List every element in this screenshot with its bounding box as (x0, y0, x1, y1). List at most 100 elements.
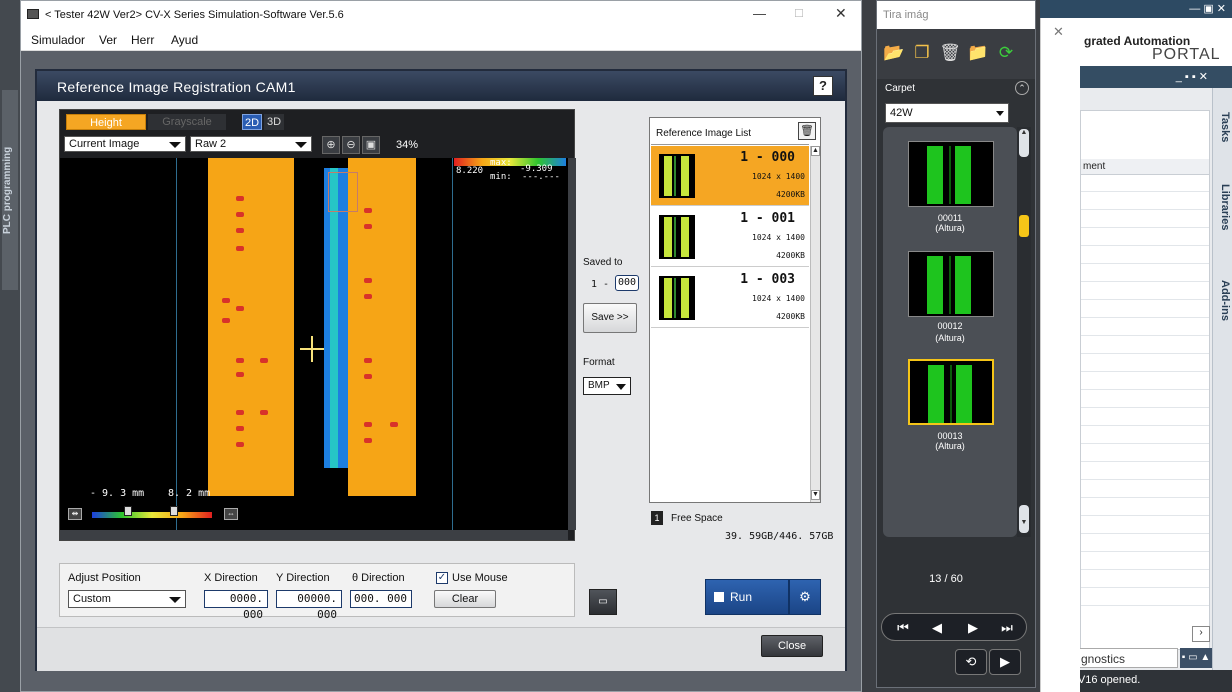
raw-select[interactable]: Raw 2 (190, 136, 312, 152)
play-icon (714, 592, 724, 602)
clear-button[interactable]: Clear (434, 590, 496, 608)
scale-low-handle[interactable] (124, 506, 132, 516)
tab-2d[interactable]: 2D (242, 114, 262, 130)
first-image-icon[interactable]: ⏮ (888, 618, 918, 638)
adjust-mode-select[interactable]: Custom (68, 590, 186, 608)
strip-item-sub: (Altura) (935, 441, 965, 451)
tab-3d[interactable]: 3D (264, 114, 284, 130)
save-button[interactable]: Save >> (583, 303, 637, 333)
open-folder-icon[interactable]: 📂 (883, 43, 905, 63)
tab-height[interactable]: Height (66, 114, 146, 130)
tia-diagnostics-tab[interactable]: gnostics (1076, 648, 1178, 668)
tab-libraries[interactable]: Libraries (1215, 168, 1231, 258)
main-window-title: < Tester 42W Ver2> CV-X Series Simulatio… (45, 9, 344, 21)
image-source-select[interactable]: Current Image (64, 136, 186, 152)
menu-herr[interactable]: Herr (131, 33, 154, 47)
free-space-value: 39. 59GB/446. 57GB (725, 531, 834, 542)
reference-list-scrollbar[interactable]: ▲ ▼ (810, 146, 820, 502)
y-direction-input[interactable]: 00000. 000 (276, 590, 342, 621)
play-repeat-icon[interactable]: ▶ (989, 649, 1021, 675)
chevron-down-icon (169, 597, 181, 603)
colorbar-max-label: max: (490, 158, 512, 168)
next-image-icon[interactable]: ▶ (958, 618, 988, 638)
roi-box[interactable] (328, 172, 358, 212)
tia-table: ment (1080, 110, 1210, 650)
menu-ayud[interactable]: Ayud (171, 33, 198, 47)
reference-item[interactable]: 1 - 003 1024 x 1400 4200KB (651, 268, 809, 328)
strip-thumbnail[interactable] (908, 141, 994, 207)
scroll-down-icon[interactable]: ▼ (1019, 505, 1029, 533)
free-space-badge: 1 (651, 511, 663, 525)
x-direction-label: X Direction (204, 572, 258, 584)
image-strip-title: Tira imág (877, 1, 1035, 29)
close-button[interactable]: Close (761, 635, 823, 657)
run-settings-icon[interactable]: ⚙ (789, 579, 821, 615)
reference-item-id: 1 - 000 (740, 150, 795, 165)
previous-image-icon[interactable]: ◀ (922, 618, 952, 638)
tia-window-controls[interactable]: — ▣ ✕ (1189, 2, 1226, 15)
trash-icon[interactable]: 🗑 (939, 43, 961, 63)
saved-to-input[interactable]: 000 (615, 275, 639, 291)
strip-scrollbar[interactable]: ▲ ▼ (1017, 127, 1031, 537)
chevron-down-icon (169, 142, 181, 148)
hole-mark (364, 374, 372, 379)
tab-tasks[interactable]: Tasks (1215, 96, 1231, 166)
reference-item[interactable]: 1 - 001 1024 x 1400 4200KB (651, 207, 809, 267)
refresh-icon[interactable]: ⟳ (995, 43, 1017, 63)
height-image-view[interactable]: 8.220 max: min: -9.309 ---.--- - 9. 3 mm… (60, 158, 568, 530)
folder-icon[interactable]: 📁 (967, 43, 989, 63)
menu-simulador[interactable]: Simulador (31, 33, 85, 47)
reference-image-list: Reference Image List 🗑 1 - 000 1024 x 14… (649, 117, 821, 503)
image-vertical-scrollbar[interactable] (568, 158, 576, 530)
reference-item-kb: 4200KB (776, 251, 805, 260)
strip-thumbnail[interactable] (908, 251, 994, 317)
strip-scroll-thumb[interactable] (1019, 215, 1029, 237)
hole-mark (364, 422, 372, 427)
strip-thumbnail-selected[interactable] (908, 359, 994, 425)
scale-expand-icon[interactable]: ⇔ (224, 508, 238, 520)
colorbar-max-value: 8.220 (456, 166, 484, 176)
last-image-icon[interactable]: ⏭ (992, 618, 1022, 638)
tab-add-ins[interactable]: Add-ins (1215, 264, 1231, 344)
trash-icon[interactable]: 🗑 (798, 122, 816, 140)
run-button[interactable]: Run (705, 579, 789, 615)
theta-direction-input[interactable]: 000. 000 (350, 590, 412, 608)
copy-icon[interactable]: ❐ (911, 43, 933, 63)
x-direction-input[interactable]: 0000. 000 (204, 590, 268, 621)
zoom-out-icon[interactable]: ⊖ (342, 136, 360, 154)
reference-item-kb: 4200KB (776, 190, 805, 199)
reference-thumbnail (659, 215, 695, 259)
scale-shrink-icon[interactable]: ⇹ (68, 508, 82, 520)
tab-grayscale[interactable]: Grayscale (148, 114, 226, 130)
use-mouse-checkbox[interactable]: ✓ (436, 572, 448, 584)
adjust-mode-value: Custom (73, 593, 111, 605)
minimize-icon[interactable]: — (753, 6, 766, 21)
scale-gradient-bar (92, 512, 212, 518)
close-icon[interactable]: ✕ (835, 5, 847, 22)
zoom-in-icon[interactable]: ⊕ (322, 136, 340, 154)
background-popup: ✕ (1040, 18, 1080, 692)
collapse-icon[interactable]: ⌃ (1015, 81, 1029, 95)
hole-mark (260, 358, 268, 363)
keyboard-icon[interactable]: ▭ (589, 589, 617, 615)
tia-scroll-right[interactable]: › (1192, 626, 1210, 642)
tia-editor-controls[interactable]: _ ▪ ▪ ✕ (1176, 70, 1208, 83)
plc-programming-tab[interactable]: PLC programming (2, 90, 18, 290)
help-button[interactable]: ? (813, 76, 833, 96)
repeat-icon[interactable]: ⟲ (955, 649, 987, 675)
image-strip-group-label: Carpet (885, 83, 916, 94)
folder-select[interactable]: 42W (885, 103, 1009, 123)
scale-high-handle[interactable] (170, 506, 178, 516)
strip-item-sub: (Altura) (935, 333, 965, 343)
menu-ver[interactable]: Ver (99, 33, 117, 47)
image-horizontal-scrollbar[interactable] (60, 530, 568, 540)
popup-close-icon[interactable]: ✕ (1053, 24, 1064, 40)
maximize-icon[interactable]: □ (795, 5, 803, 20)
format-select[interactable]: BMP (583, 377, 631, 395)
hole-mark (236, 306, 244, 311)
reference-item[interactable]: 1 - 000 1024 x 1400 4200KB (651, 146, 809, 206)
fit-screen-icon[interactable]: ▣ (362, 136, 380, 154)
scroll-up-icon[interactable]: ▲ (1019, 129, 1029, 157)
tia-diagnostics-controls[interactable]: ▪ ▭ ▲ (1180, 648, 1212, 668)
reference-thumbnail (659, 276, 695, 320)
